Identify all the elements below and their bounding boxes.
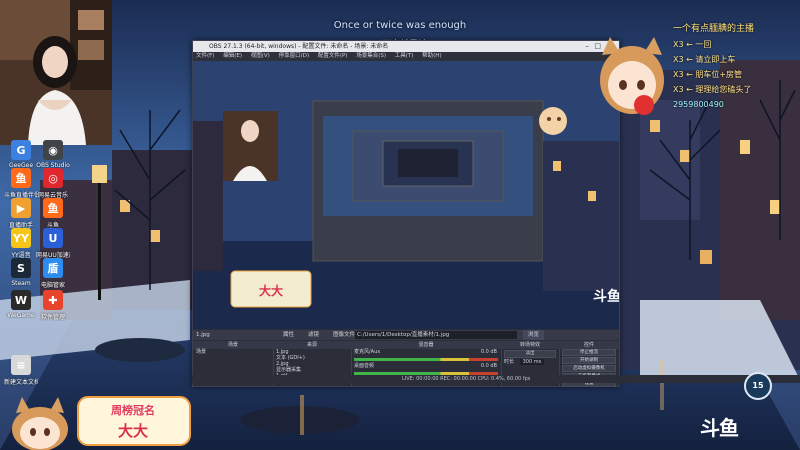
chat-message: X3 ← 一回 (673, 40, 712, 49)
desktop-shortcut-label: WeGame (7, 312, 35, 319)
chat-message: X3 ← 请立即上车 (673, 55, 736, 64)
chat-message: 2959800490 (673, 100, 724, 109)
desktop-shortcut[interactable]: 鱼斗鱼直播伴侣 (4, 168, 38, 199)
obs-source-toolbar: 1.jpg 属性 滤镜 图像文件 C:/Users/1/Desktop/直播素材… (193, 330, 619, 340)
desktop-shortcut[interactable]: YY YY语音 (4, 228, 38, 259)
virtual-camera-button[interactable]: 启动虚拟摄像机 (562, 365, 616, 372)
sources-header: 来源 (273, 341, 351, 349)
menu-scene-collection[interactable]: 场景集合(S) (356, 53, 386, 59)
transition-select[interactable]: 淡出 (504, 350, 556, 358)
browse-button[interactable]: 浏览 (523, 330, 545, 340)
mascot-sticker (600, 37, 664, 115)
desktop-shortcut[interactable]: ◎ 网易云音乐 (36, 168, 70, 199)
filters-button[interactable]: 滤镜 (308, 330, 319, 340)
obs-status-bar: LIVE: 00:00:00 REC: 00:00:00 CPU: 0.4%, … (192, 375, 800, 383)
desktop-shortcut[interactable]: 盾电脑管家 (36, 258, 70, 289)
stop-streaming-button[interactable]: 停止推流 (562, 349, 616, 356)
desktop-shortcut-label: 电脑管家 (40, 282, 65, 289)
desktop-shortcut[interactable]: 鱼斗鱼 (36, 198, 70, 229)
douyu-companion-icon: 鱼 (11, 168, 31, 188)
transitions-header: 转场特效 (501, 341, 559, 349)
scene-item[interactable]: 场景 (193, 349, 273, 356)
obs-menu-bar: 文件(F) 编辑(E) 视图(V) 停靠窗口(D) 配置文件(P) 场景集合(S… (193, 52, 619, 61)
chat-message: X3 ← 理理给您磕头了 (673, 85, 752, 94)
image-path-field[interactable]: C:/Users/1/Desktop/直播素材/1.jpg (355, 331, 517, 339)
mixer-channel-name: 桌面音频 (354, 363, 375, 369)
menu-docks[interactable]: 停靠窗口(D) (279, 53, 310, 59)
svg-text:大大: 大大 (259, 283, 283, 298)
properties-button[interactable]: 属性 (283, 330, 294, 340)
menu-help[interactable]: 帮助(H) (422, 53, 441, 59)
douyu-logo: 斗鱼 (700, 416, 739, 440)
menu-tools[interactable]: 工具(T) (395, 53, 414, 59)
desktop-shortcut[interactable]: ▶ 直播助手 (4, 198, 38, 229)
menu-view[interactable]: 视图(V) (251, 53, 270, 59)
desktop-shortcut[interactable]: S Steam (4, 258, 38, 287)
menu-profile[interactable]: 配置文件(P) (318, 53, 348, 59)
desktop-shortcut[interactable]: W WeGame (4, 290, 38, 319)
wegame-icon: W (11, 290, 31, 310)
chat-message: 一个有点腼腆的主播 (673, 24, 755, 34)
mixer-channel-name: 麦克风/Aux (354, 349, 381, 355)
banner-label: 周榜冠名 (111, 404, 155, 417)
scenes-header: 场景 (193, 341, 273, 349)
start-recording-button[interactable]: 开始录制 (562, 357, 616, 364)
source-name: 1.jpg (196, 332, 210, 338)
desktop-shortcut[interactable]: ✚ 软件管理 (36, 290, 70, 321)
uu-accelerator-icon: U (43, 228, 63, 248)
pc-manager-icon: 盾 (43, 258, 63, 278)
desktop-shortcut-label: Steam (11, 280, 31, 287)
geegee-icon: G (11, 140, 31, 160)
netease-music-icon: ◎ (43, 168, 63, 188)
minimize-button[interactable]: – (586, 41, 590, 52)
obs-icon: ◉ (43, 140, 63, 160)
desktop-shortcut[interactable]: ≡ 新建文本文档 (4, 355, 38, 386)
image-file-label: 图像文件 (333, 332, 356, 338)
obs-preview-canvas[interactable]: 大大 斗鱼 (193, 61, 619, 329)
banner-name: 大大 (117, 422, 148, 440)
duration-label: 时长 (504, 359, 515, 365)
chat-message: X3 ← 朋车位+房管 (673, 70, 743, 79)
menu-edit[interactable]: 编辑(E) (223, 53, 242, 59)
desktop-shortcut-label: 软件管理 (40, 314, 65, 321)
software-manager-icon: ✚ (43, 290, 63, 310)
mixer-channel-level: 0.0 dB (480, 349, 497, 355)
controls-header: 控件 (559, 341, 619, 349)
live-assistant-icon: ▶ (11, 198, 31, 218)
duration-field[interactable]: 300 ms (519, 359, 545, 365)
desktop-shortcut[interactable]: ◉ OBS Studio (36, 140, 70, 169)
text-document-icon: ≡ (11, 355, 31, 375)
svg-text:斗鱼: 斗鱼 (593, 288, 619, 305)
desktop-shortcut[interactable]: G GeeGee (4, 140, 38, 169)
steam-icon: S (11, 258, 31, 278)
mic-volume-meter[interactable] (354, 358, 498, 361)
mixer-header: 混音器 (351, 341, 501, 349)
obs-title-bar[interactable]: OBS 27.1.3 (64-bit, windows) - 配置文件: 未命名… (193, 41, 619, 52)
mixer-channel-level: 0.0 dB (480, 363, 497, 369)
obs-window[interactable]: OBS 27.1.3 (64-bit, windows) - 配置文件: 未命名… (192, 40, 620, 387)
desktop-shortcut[interactable]: U网易UU加速器 (36, 228, 70, 259)
level-badge: 15 (744, 372, 772, 400)
douyu-icon: 鱼 (43, 198, 63, 218)
yy-icon: YY (11, 228, 31, 248)
desktop-shortcut-label: 新建文本文档 (4, 379, 38, 386)
menu-file[interactable]: 文件(F) (196, 53, 214, 59)
obs-title-text: OBS 27.1.3 (64-bit, windows) - 配置文件: 未命名… (209, 43, 389, 50)
chat-overlay: 一个有点腼腆的主播 X3 ← 一回 X3 ← 请立即上车 X3 ← 朋车位+房管… (673, 22, 800, 122)
preview-recursive-capture: 大大 斗鱼 (193, 61, 619, 329)
